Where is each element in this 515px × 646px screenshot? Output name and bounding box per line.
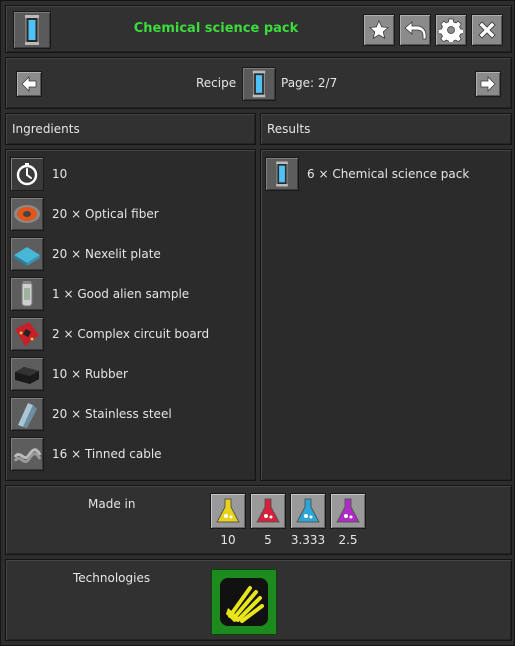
machine-slot[interactable]: [290, 493, 326, 529]
chemical-science-pack-icon: [252, 70, 266, 98]
close-icon: [478, 21, 496, 39]
title-bar: Chemical science pack: [5, 5, 512, 53]
ingredients-header: Ingredients: [5, 113, 256, 145]
machine-speed: 2.5: [338, 533, 358, 547]
item-slot: [10, 397, 44, 431]
previous-page-button[interactable]: [16, 71, 42, 97]
technology-slot[interactable]: [211, 569, 277, 635]
ingredient-text: 10 × Rubber: [52, 367, 128, 381]
ingredient-text: 16 × Tinned cable: [52, 447, 162, 461]
recipe-label: Recipe: [196, 76, 237, 90]
star-icon: [368, 19, 390, 40]
ingredient-text: 1 × Good alien sample: [52, 287, 190, 301]
list-item[interactable]: 10 × Rubber: [10, 356, 128, 392]
list-item[interactable]: 20 × Nexelit plate: [10, 236, 161, 272]
research-center-yellow-icon: [216, 498, 240, 523]
page-title: Chemical science pack: [133, 21, 299, 36]
next-page-button[interactable]: [475, 71, 501, 97]
stainless-steel-icon: [18, 403, 37, 428]
results-label: Results: [267, 122, 311, 136]
machine-slot[interactable]: [250, 493, 286, 529]
research-center-red-icon: [256, 498, 280, 523]
fiber-optics-technology-icon: [220, 578, 268, 626]
machine-slot[interactable]: [210, 493, 246, 529]
complex-circuit-board-icon: [15, 322, 39, 346]
tinned-cable-icon: [13, 448, 42, 464]
recipe-icon-slot[interactable]: [242, 67, 276, 101]
research-center-blue-icon: [296, 498, 320, 523]
results-list: 6 × Chemical science pack: [260, 149, 512, 481]
arrow-left-icon: [21, 76, 37, 92]
made-in-panel: Made in 10 5 3.333 2.5: [5, 485, 512, 555]
list-item[interactable]: 10: [10, 156, 67, 192]
chemical-science-pack-icon: [25, 15, 39, 45]
chemical-science-pack-icon: [276, 161, 288, 187]
ingredient-text: 10: [52, 167, 68, 181]
technologies-label: Technologies: [73, 571, 151, 585]
good-alien-sample-icon: [21, 281, 33, 307]
undo-arrow-icon: [404, 21, 427, 40]
time-slot: [10, 157, 44, 191]
item-slot: [10, 357, 44, 391]
list-item[interactable]: 1 × Good alien sample: [10, 276, 189, 312]
results-header: Results: [260, 113, 512, 145]
arrow-right-icon: [480, 76, 496, 92]
item-slot: [10, 437, 44, 471]
time-icon: [16, 163, 38, 186]
ingredient-text: 20 × Stainless steel: [52, 407, 172, 421]
technologies-panel: Technologies: [5, 559, 512, 641]
optical-fiber-icon: [14, 205, 40, 223]
list-item[interactable]: 16 × Tinned cable: [10, 436, 162, 472]
page-indicator: Page: 2/7: [281, 76, 338, 90]
back-button[interactable]: [399, 14, 431, 46]
gear-icon: [439, 18, 463, 42]
research-center-purple-icon: [336, 498, 360, 523]
item-icon-slot[interactable]: [13, 11, 51, 49]
recipe-nav-bar: Recipe Page: 2/7: [5, 57, 512, 109]
made-in-label: Made in: [88, 497, 136, 511]
item-slot: [10, 197, 44, 231]
item-slot: [10, 237, 44, 271]
list-item[interactable]: 2 × Complex circuit board: [10, 316, 209, 352]
ingredient-text: 20 × Optical fiber: [52, 207, 159, 221]
item-slot: [10, 277, 44, 311]
ingredient-text: 20 × Nexelit plate: [52, 247, 161, 261]
item-slot: [10, 317, 44, 351]
list-item[interactable]: 6 × Chemical science pack: [265, 156, 469, 192]
ingredients-label: Ingredients: [12, 122, 80, 136]
settings-button[interactable]: [435, 14, 467, 46]
nexelit-plate-icon: [14, 247, 40, 266]
result-text: 6 × Chemical science pack: [307, 167, 470, 181]
rubber-icon: [15, 367, 39, 384]
ingredient-text: 2 × Complex circuit board: [52, 327, 210, 341]
list-item[interactable]: 20 × Stainless steel: [10, 396, 172, 432]
ingredients-list: 10 20 × Optical fiber 20 × Nexelit plate…: [5, 149, 256, 481]
machine-slot[interactable]: [330, 493, 366, 529]
item-slot: [265, 157, 299, 191]
close-button[interactable]: [471, 14, 503, 46]
list-item[interactable]: 20 × Optical fiber: [10, 196, 159, 232]
recipe-window: Chemical science pack Recipe Page: 2/7 I…: [0, 0, 515, 646]
favorite-button[interactable]: [363, 14, 395, 46]
